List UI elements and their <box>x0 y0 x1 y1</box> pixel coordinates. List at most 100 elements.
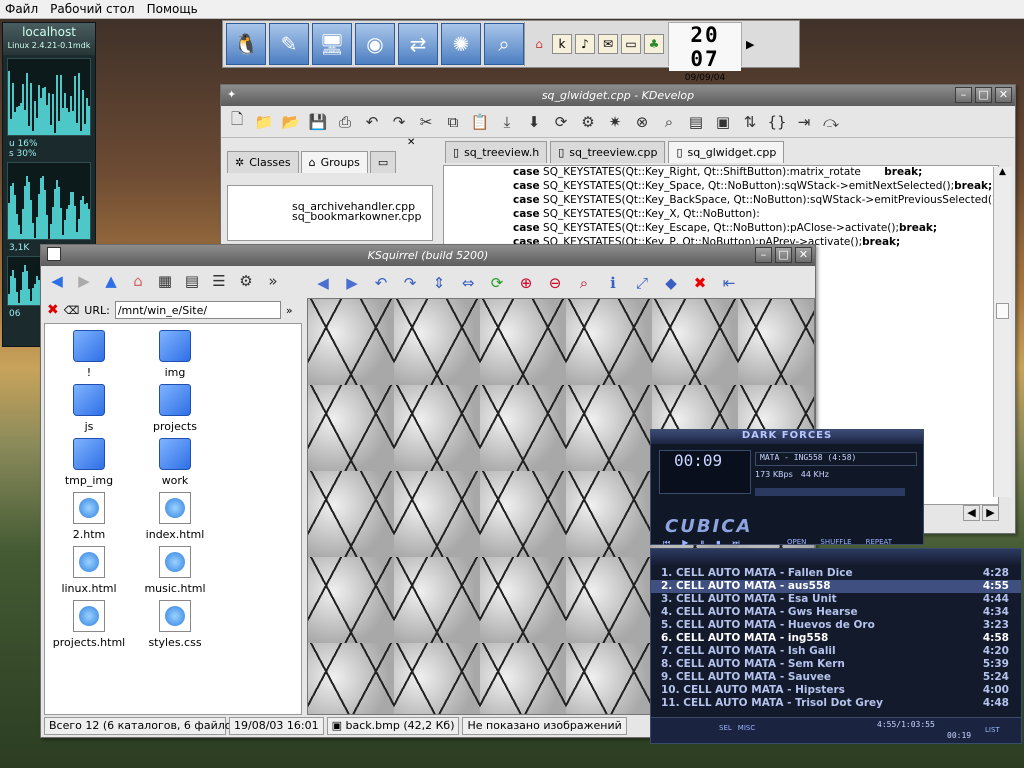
file-item[interactable]: projects.html <box>51 600 127 649</box>
new-file-icon[interactable]: 🗋 <box>225 110 249 133</box>
reset-icon[interactable]: ⟳ <box>485 272 509 294</box>
info-icon[interactable]: ℹ <box>601 272 625 294</box>
tab-groups[interactable]: ⌂ Groups <box>300 151 368 173</box>
view-icon[interactable]: ▣ <box>711 111 735 133</box>
file-item[interactable]: music.html <box>137 546 213 595</box>
clear-url-icon[interactable]: ✖ <box>47 302 59 318</box>
file-item[interactable]: 2.htm <box>51 492 127 541</box>
find-icon[interactable]: ⌕ <box>657 111 681 133</box>
playlist-item[interactable]: 11. CELL AUTO MATA - Trisol Dot Grey 4:48 <box>651 697 1021 710</box>
file-item[interactable]: projects <box>137 384 213 433</box>
tree-item[interactable]: sq_archivehandler.cpp <box>228 186 432 213</box>
list-view-icon[interactable]: ▤ <box>180 270 204 292</box>
zoom-in-icon[interactable]: ⊕ <box>514 272 538 294</box>
menu-help[interactable]: Помощь <box>147 2 198 16</box>
list-button[interactable]: LIST <box>985 726 1000 734</box>
file-item[interactable]: index.html <box>137 492 213 541</box>
first-image-icon[interactable]: ⇤ <box>717 272 741 294</box>
tape-icon[interactable]: ▭ <box>621 34 641 54</box>
redo-icon[interactable]: ↷ <box>387 111 411 133</box>
tab-sq-treeview-cpp[interactable]: ▯ sq_treeview.cpp <box>550 141 666 163</box>
stop-icon[interactable]: ⊗ <box>630 111 654 133</box>
rotate-left-icon[interactable]: ↶ <box>369 272 393 294</box>
up-icon[interactable]: ▲ <box>99 270 123 292</box>
playlist-item[interactable]: 8. CELL AUTO MATA - Sem Kern 5:39 <box>651 658 1021 671</box>
url-more-icon[interactable]: » <box>286 304 293 317</box>
flip-v-icon[interactable]: ⇕ <box>427 272 451 294</box>
home-icon[interactable]: ⌂ <box>126 270 150 292</box>
playlist-item[interactable]: 9. CELL AUTO MATA - Sauvee 5:24 <box>651 671 1021 684</box>
scroll-thumb[interactable] <box>996 303 1009 319</box>
indent-icon[interactable]: ⇥ <box>792 111 816 133</box>
minimize-icon[interactable]: – <box>755 247 772 263</box>
search-icon[interactable]: ⌕ <box>484 23 524 65</box>
file-item[interactable]: ! <box>51 330 127 379</box>
bookmark-icon[interactable]: ◆ <box>659 272 683 294</box>
tab-classes[interactable]: ✲ Classes <box>227 151 299 173</box>
playlist-item[interactable]: 6. CELL AUTO MATA - ing558 4:58 <box>651 632 1021 645</box>
tab-sq-glwidget-cpp[interactable]: ▯ sq_glwidget.cpp <box>668 141 785 163</box>
ksquirrel-titlebar[interactable]: KSquirrel (build 5200) – □ ✕ <box>41 245 815 266</box>
xmms-volume-slider[interactable] <box>755 488 905 496</box>
cut-icon[interactable]: ✂ <box>414 111 438 133</box>
penguin-icon[interactable]: 🐧 <box>226 23 266 65</box>
file-item[interactable]: tmp_img <box>51 438 127 487</box>
note-icon[interactable]: ✉ <box>598 34 618 54</box>
settings-icon[interactable]: ✺ <box>441 23 481 65</box>
playlist-item[interactable]: 5. CELL AUTO MATA - Huevos de Oro 3:23 <box>651 619 1021 632</box>
step-icon[interactable]: ⤼ <box>819 111 843 133</box>
maximize-icon[interactable]: □ <box>975 87 992 103</box>
panel-arrow-icon[interactable]: ▶ <box>746 38 754 51</box>
network-icon[interactable]: ⇄ <box>398 23 438 65</box>
paste-icon[interactable]: 📋 <box>468 111 492 133</box>
playlist-titlebar[interactable] <box>651 549 1021 565</box>
shuffle-button[interactable]: SHUFFLE <box>820 538 851 546</box>
close-image-icon[interactable]: ✖ <box>688 272 712 294</box>
playlist-item[interactable]: 10. CELL AUTO MATA - Hipsters 4:00 <box>651 684 1021 697</box>
menu-file[interactable]: Файл <box>5 2 38 16</box>
download-icon[interactable]: ⤓ <box>495 111 519 133</box>
tab-files[interactable]: ▭ <box>369 151 397 173</box>
prev-tab-icon[interactable]: ◀ <box>963 505 980 521</box>
playlist-item[interactable]: 7. CELL AUTO MATA - Ish Galil 4:20 <box>651 645 1021 658</box>
home-icon[interactable]: ⌂ <box>529 34 549 54</box>
kdevelop-titlebar[interactable]: ✦ sq_glwidget.cpp - KDevelop – □ ✕ <box>221 85 1015 106</box>
pause-icon[interactable]: ⏸ <box>700 538 704 548</box>
monitor-icon[interactable]: 🖥 <box>312 23 352 65</box>
clover-icon[interactable]: ♣ <box>644 34 664 54</box>
rebuild-icon[interactable]: ⟳ <box>549 111 573 133</box>
scroll-up-icon[interactable]: ▲ <box>994 167 1011 177</box>
undo-icon[interactable]: ↶ <box>360 111 384 133</box>
open-project-icon[interactable]: 📁 <box>252 111 276 133</box>
next-tab-icon[interactable]: ▶ <box>982 505 999 521</box>
close-icon[interactable]: ✕ <box>995 87 1012 103</box>
file-item[interactable]: img <box>137 330 213 379</box>
playlist-item[interactable]: 1. CELL AUTO MATA - Fallen Dice 4:28 <box>651 567 1021 580</box>
playlist-item[interactable]: 2. CELL AUTO MATA - aus558 4:55 <box>651 580 1021 593</box>
speaker-icon[interactable]: ♪ <box>575 34 595 54</box>
flip-h-icon[interactable]: ⇔ <box>456 272 480 294</box>
more-icon[interactable]: » <box>261 270 285 292</box>
next-track-icon[interactable]: ⏭ <box>732 538 739 548</box>
layout-icon[interactable]: ▤ <box>684 111 708 133</box>
editor-icon[interactable]: ✎ <box>269 23 309 65</box>
repeat-button[interactable]: REPEAT <box>866 538 892 546</box>
sel-button[interactable]: SEL <box>719 724 732 732</box>
rotate-right-icon[interactable]: ↷ <box>398 272 422 294</box>
play-icon[interactable]: ▶ <box>682 538 688 548</box>
zoom-menu-icon[interactable]: ⌕ <box>572 272 596 294</box>
forward-icon[interactable]: ▶ <box>72 270 96 292</box>
file-item[interactable]: linux.html <box>51 546 127 595</box>
properties-icon[interactable]: ⚙ <box>234 270 258 292</box>
maximize-icon[interactable]: □ <box>775 247 792 263</box>
cd-icon[interactable]: ◉ <box>355 23 395 65</box>
file-item[interactable]: js <box>51 384 127 433</box>
misc-button[interactable]: MISC <box>738 724 755 732</box>
editor-scrollbar[interactable]: ▲ <box>993 167 1011 497</box>
file-browser[interactable]: ! img js projects tmp_img work 2.htm index.html… <box>44 323 302 715</box>
tools-icon[interactable]: ⚙ <box>576 111 600 133</box>
playlist-item[interactable]: 4. CELL AUTO MATA - Gws Hearse 4:34 <box>651 606 1021 619</box>
sort-icon[interactable]: ⇅ <box>738 111 762 133</box>
prev-image-icon[interactable]: ◀ <box>311 272 335 294</box>
url-input[interactable] <box>114 301 281 319</box>
